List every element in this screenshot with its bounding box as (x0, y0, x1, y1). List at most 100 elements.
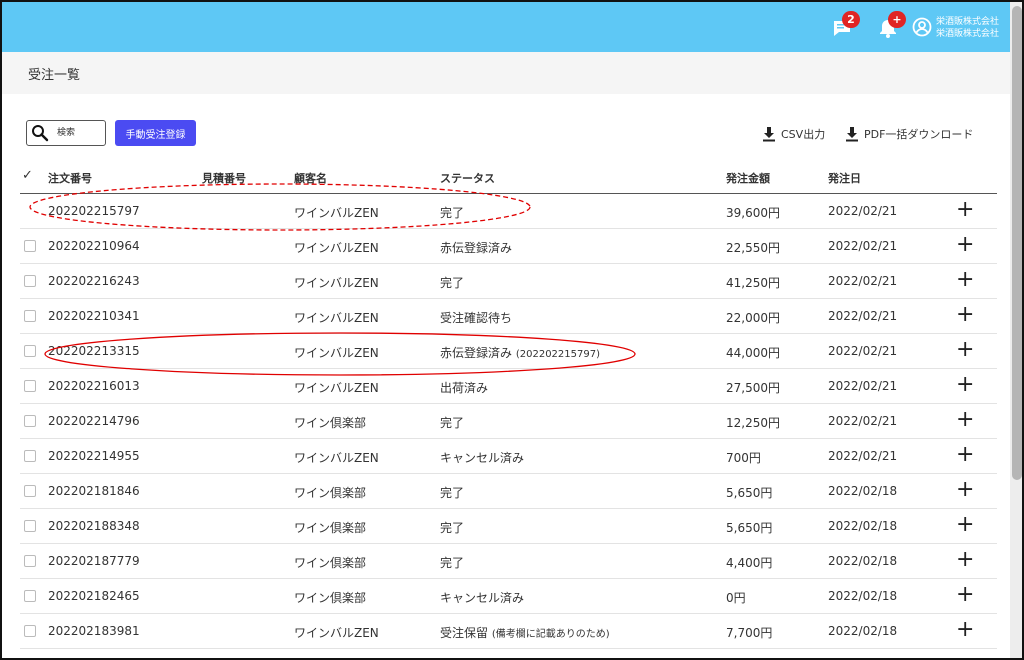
customer-name: ワインバルZEN (294, 276, 379, 290)
page-title-bar: 受注一覧 (2, 52, 1010, 94)
row-checkbox[interactable] (24, 275, 36, 287)
row-checkbox[interactable] (24, 380, 36, 392)
order-status: 完了 (440, 484, 464, 501)
order-date: 2022/02/21 (828, 274, 898, 288)
search-box[interactable] (26, 120, 106, 146)
table-row[interactable]: 202202181846 ワイン倶楽部 完了 5,650円 2022/02/18 + (20, 474, 997, 509)
order-number[interactable]: 202202182465 (48, 589, 140, 603)
col-order-amount[interactable]: 発注金額 (726, 170, 770, 186)
table-row[interactable]: 202202182465 ワイン倶楽部 キャンセル済み 0円 2022/02/18 + (20, 579, 997, 614)
search-input[interactable] (57, 125, 103, 141)
order-amount: 27,500円 (726, 381, 780, 395)
status-text: キャンセル済み (440, 451, 525, 465)
table-row[interactable]: 202202213315 ワインバルZEN 赤伝登録済み (202202215797… (20, 334, 997, 369)
table-body: 202202215797 ワインバルZEN 完了 39,600円 2022/02/21… (20, 194, 997, 649)
order-date: 2022/02/21 (828, 309, 898, 323)
order-number[interactable]: 202202213315 (48, 344, 140, 358)
expand-row-plus-icon[interactable]: + (956, 479, 974, 501)
order-status: キャンセル済み (440, 449, 524, 466)
order-amount: 7,700円 (726, 626, 773, 640)
status-text: 赤伝登録済み (440, 241, 513, 255)
order-number[interactable]: 202202215797 (48, 204, 140, 218)
row-checkbox[interactable] (24, 555, 36, 567)
row-checkbox[interactable] (24, 520, 36, 532)
expand-row-plus-icon[interactable]: + (956, 374, 974, 396)
expand-row-plus-icon[interactable]: + (956, 444, 974, 466)
customer-name: ワイン倶楽部 (294, 521, 367, 535)
order-date: 2022/02/18 (828, 484, 898, 498)
chat-badge: 2 (842, 11, 860, 28)
customer-name: ワインバルZEN (294, 241, 379, 255)
table-row[interactable]: 202202216013 ワインバルZEN 出荷済み 27,500円 2022/02/… (20, 369, 997, 404)
table-row[interactable]: 202202188348 ワイン倶楽部 完了 5,650円 2022/02/18 + (20, 509, 997, 544)
order-amount: 22,550円 (726, 241, 780, 255)
row-checkbox[interactable] (24, 345, 36, 357)
row-checkbox[interactable] (24, 310, 36, 322)
col-customer-name[interactable]: 顧客名 (294, 170, 327, 186)
table-row[interactable]: 202202214796 ワイン倶楽部 完了 12,250円 2022/02/21 + (20, 404, 997, 439)
customer-name: ワイン倶楽部 (294, 486, 367, 500)
expand-row-plus-icon[interactable]: + (956, 619, 974, 641)
order-amount: 5,650円 (726, 521, 773, 535)
pdf-bulk-download-button[interactable]: PDF一括ダウンロード (845, 125, 973, 143)
row-checkbox[interactable] (24, 625, 36, 637)
table-row[interactable]: 202202210964 ワインバルZEN 赤伝登録済み 22,550円 2022/0… (20, 229, 997, 264)
status-text: 完了 (440, 486, 465, 500)
row-checkbox[interactable] (24, 240, 36, 252)
order-number[interactable]: 202202214796 (48, 414, 140, 428)
order-date: 2022/02/18 (828, 589, 898, 603)
csv-export-button[interactable]: CSV出力 (762, 125, 825, 143)
col-order-number[interactable]: 注文番号 (48, 170, 92, 186)
expand-row-plus-icon[interactable]: + (956, 339, 974, 361)
order-number[interactable]: 202202216243 (48, 274, 140, 288)
order-amount: 41,250円 (726, 276, 780, 290)
table-row[interactable]: 202202183981 ワインバルZEN 受注保留 (備考欄に記載ありのため) 7,… (20, 614, 997, 649)
user-circle-icon[interactable] (912, 17, 932, 37)
expand-row-plus-icon[interactable]: + (956, 514, 974, 536)
order-number[interactable]: 202202187779 (48, 554, 140, 568)
order-number[interactable]: 202202183981 (48, 624, 140, 638)
col-order-date[interactable]: 発注日 (828, 170, 861, 186)
download-icon (846, 127, 858, 142)
order-status: 完了 (440, 204, 464, 221)
order-number[interactable]: 202202181846 (48, 484, 140, 498)
status-text: 完了 (440, 416, 465, 430)
status-text: 受注保留 (440, 626, 489, 640)
table-row[interactable]: 202202216243 ワインバルZEN 完了 41,250円 2022/02/21… (20, 264, 997, 299)
table-row[interactable]: 202202215797 ワインバルZEN 完了 39,600円 2022/02/21… (20, 194, 997, 229)
expand-row-plus-icon[interactable]: + (956, 584, 974, 606)
order-number[interactable]: 202202216013 (48, 379, 140, 393)
order-number[interactable]: 202202188348 (48, 519, 140, 533)
expand-row-plus-icon[interactable]: + (956, 269, 974, 291)
select-all-checkmark[interactable]: ✓ (22, 168, 33, 183)
company-line-1: 栄酒販株式会社 (936, 17, 1000, 27)
row-checkbox[interactable] (24, 485, 36, 497)
table-row[interactable]: 202202214955 ワインバルZEN キャンセル済み 700円 2022/02/… (20, 439, 997, 474)
scrollbar-thumb[interactable] (1012, 6, 1022, 480)
customer-name: ワイン倶楽部 (294, 591, 367, 605)
order-status: 受注確認待ち (440, 309, 512, 326)
order-number[interactable]: 202202210964 (48, 239, 140, 253)
row-checkbox[interactable] (24, 590, 36, 602)
row-checkbox[interactable] (24, 450, 36, 462)
expand-row-plus-icon[interactable]: + (956, 549, 974, 571)
col-status[interactable]: ステータス (440, 170, 495, 186)
table-row[interactable]: 202202210341 ワインバルZEN 受注確認待ち 22,000円 2022/0… (20, 299, 997, 334)
expand-row-plus-icon[interactable]: + (956, 304, 974, 326)
expand-row-plus-icon[interactable]: + (956, 409, 974, 431)
row-checkbox[interactable] (24, 415, 36, 427)
status-note: (備考欄に記載ありのため) (491, 629, 610, 640)
top-header: 2 + 栄酒販株式会社 栄酒販株式会社 (2, 2, 1010, 52)
col-estimate-number[interactable]: 見積番号 (202, 170, 246, 186)
company-name[interactable]: 栄酒販株式会社 栄酒販株式会社 (936, 16, 999, 40)
manual-order-button[interactable]: 手動受注登録 (115, 120, 196, 146)
order-amount: 700円 (726, 451, 761, 465)
expand-row-plus-icon[interactable]: + (956, 199, 974, 221)
table-row[interactable]: 202202187779 ワイン倶楽部 完了 4,400円 2022/02/18 + (20, 544, 997, 579)
order-status: 完了 (440, 414, 464, 431)
order-date: 2022/02/18 (828, 519, 898, 533)
expand-row-plus-icon[interactable]: + (956, 234, 974, 256)
order-number[interactable]: 202202210341 (48, 309, 140, 323)
status-text: 完了 (440, 276, 465, 290)
order-number[interactable]: 202202214955 (48, 449, 140, 463)
